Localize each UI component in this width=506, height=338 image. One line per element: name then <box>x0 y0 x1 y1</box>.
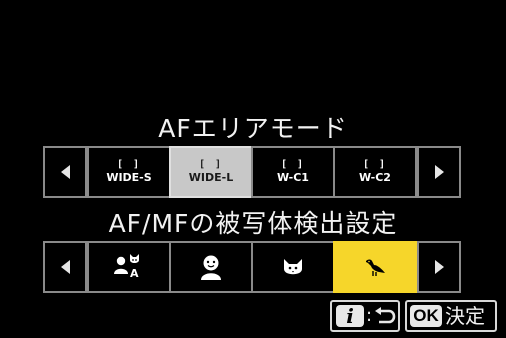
af-area-mode-title: AFエリアモード <box>158 114 348 143</box>
chevron-left-icon <box>60 260 70 274</box>
subject-next-button[interactable] <box>417 241 461 293</box>
subject-option-bird[interactable] <box>333 241 417 293</box>
af-area-label: W-C1 <box>277 171 309 184</box>
area-bracket-icon: [ ] <box>362 159 388 170</box>
info-separator: : <box>366 305 373 326</box>
af-area-label: WIDE-S <box>106 171 152 184</box>
area-bracket-icon: [ ] <box>116 159 142 170</box>
subject-option-auto[interactable]: A <box>87 241 171 293</box>
ok-confirm-label: 決定 <box>445 304 485 328</box>
ok-badge-icon: OK <box>410 305 442 327</box>
area-bracket-icon: [ ] <box>280 159 306 170</box>
info-i-icon: i <box>336 305 364 327</box>
af-area-next-button[interactable] <box>417 146 461 198</box>
area-bracket-icon: [ ] <box>198 159 224 170</box>
auto-badge: A <box>130 267 139 280</box>
af-area-label: W-C2 <box>359 171 391 184</box>
chevron-left-icon <box>60 165 70 179</box>
subject-option-animal[interactable] <box>251 241 335 293</box>
af-area-prev-button[interactable] <box>43 146 87 198</box>
person-face-icon <box>201 255 221 280</box>
ok-confirm-button[interactable]: OK 決定 <box>405 300 497 332</box>
af-area-mode-row: [ ] WIDE-S [ ] WIDE-L [ ] W-C1 [ ] W-C2 <box>43 146 461 198</box>
chevron-right-icon <box>434 260 444 274</box>
af-area-option-wide-s[interactable]: [ ] WIDE-S <box>87 146 171 198</box>
auto-subject-icon: A <box>114 254 139 280</box>
info-return-button[interactable]: i : <box>330 300 400 332</box>
animal-face-icon <box>284 259 302 275</box>
bird-icon <box>366 259 385 276</box>
subject-prev-button[interactable] <box>43 241 87 293</box>
subject-option-people[interactable] <box>169 241 253 293</box>
af-area-option-w-c2[interactable]: [ ] W-C2 <box>333 146 417 198</box>
chevron-right-icon <box>434 165 444 179</box>
return-arrow-icon <box>375 307 396 324</box>
af-area-option-wide-l[interactable]: [ ] WIDE-L <box>169 146 253 198</box>
af-area-label: WIDE-L <box>188 171 234 184</box>
af-area-option-w-c1[interactable]: [ ] W-C1 <box>251 146 335 198</box>
subject-detection-row: A <box>43 241 461 293</box>
subject-detection-title: AF/MFの被写体検出設定 <box>108 209 398 238</box>
